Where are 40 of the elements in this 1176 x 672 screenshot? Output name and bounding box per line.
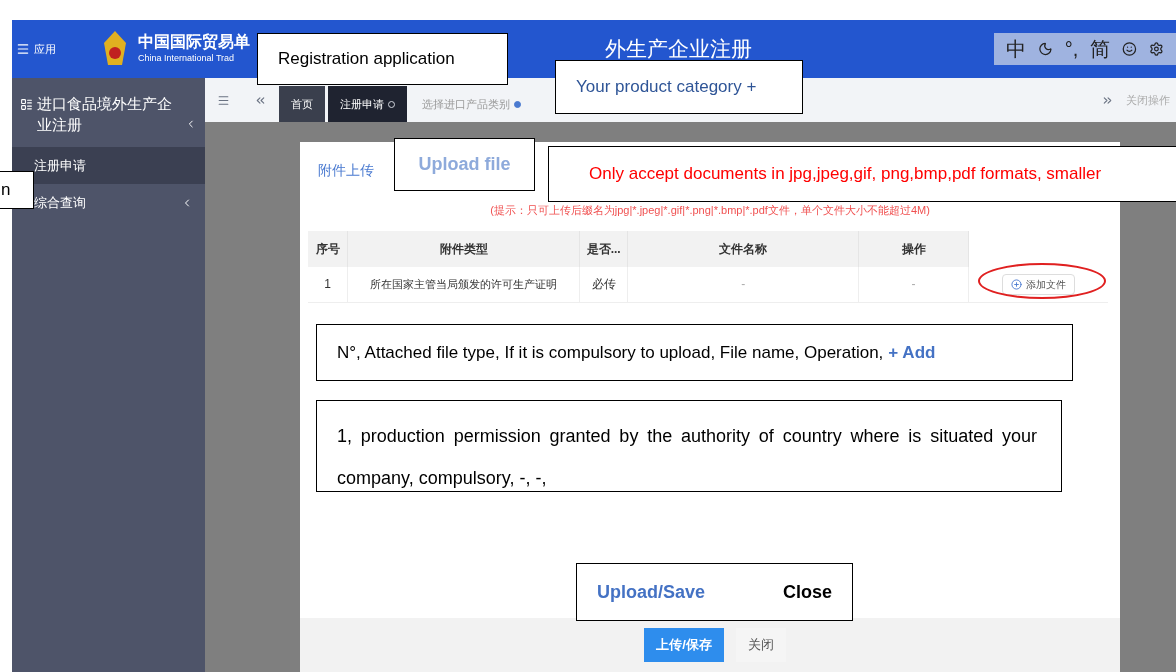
ime-punctuation[interactable]: °, xyxy=(1064,34,1079,64)
page-tab[interactable]: 注册申请 xyxy=(328,86,407,122)
column-header: 文件名称 xyxy=(627,230,859,267)
site-title: 中国国际贸易单 xyxy=(138,32,250,53)
annotation-box: 1, production permission granted by the authority of country where is situated your company, compulsory, -, -, xyxy=(316,400,1062,492)
moon-icon[interactable] xyxy=(1038,40,1053,58)
list-icon xyxy=(20,98,33,111)
table-cell: - xyxy=(627,266,859,303)
table-cell: 所在国家主管当局颁发的许可生产证明 xyxy=(347,266,580,303)
column-header: 是否... xyxy=(579,230,628,267)
add-file-button[interactable]: 添加文件 xyxy=(1001,273,1075,295)
upload-hint: (提示：只可上传后缀名为jpg|*.jpeg|*.gif|*.png|*.bmp|*.pdf文件，单个文件大小不能超过4M) xyxy=(489,203,931,218)
ime-script[interactable]: 简 xyxy=(1090,34,1111,64)
ime-mode[interactable]: 中 xyxy=(1006,34,1026,64)
page-tab[interactable]: 首页 xyxy=(279,86,325,122)
menu-icon xyxy=(16,42,30,56)
table-cell: 必传 xyxy=(579,266,628,303)
site-subtitle: China International Trad xyxy=(138,52,236,66)
smile-icon[interactable] xyxy=(1122,40,1138,58)
annotation-text: Upload/Save xyxy=(597,580,706,604)
annotation-box: Registration application xyxy=(257,33,508,85)
annotation-box: Only accept documents in jpg,jpeg,gif, png,bmp,pdf formats, smaller xyxy=(548,146,1176,202)
annotation-box: Upload file xyxy=(394,138,535,191)
annotation-box: N°, Attached file type, If it is compulsory to upload, File name, Operation, + Add xyxy=(316,324,1073,381)
menu-button[interactable]: 应用 xyxy=(16,40,76,58)
sidebar-item[interactable]: 注册申请 xyxy=(12,147,205,185)
column-header: 操作 xyxy=(858,230,969,267)
plus-circle-icon xyxy=(1010,278,1022,290)
column-header: 序号 xyxy=(308,230,348,267)
table-cell: 1 xyxy=(308,266,348,303)
annotation-text: Close xyxy=(782,580,832,604)
site-title: 外生产企业注册 xyxy=(605,36,752,63)
annotation-box: Your product category + xyxy=(555,60,803,114)
sidebar-section-title: 进口食品境外生产企业注册 xyxy=(37,94,173,135)
settings-icon[interactable] xyxy=(1149,40,1164,58)
table-cell: - xyxy=(858,266,969,303)
dialog-title: 附件上传 xyxy=(318,160,374,180)
column-header: 附件类型 xyxy=(347,230,580,267)
menu-icon[interactable] xyxy=(217,93,230,107)
annotation-tooltip: n xyxy=(0,171,34,209)
